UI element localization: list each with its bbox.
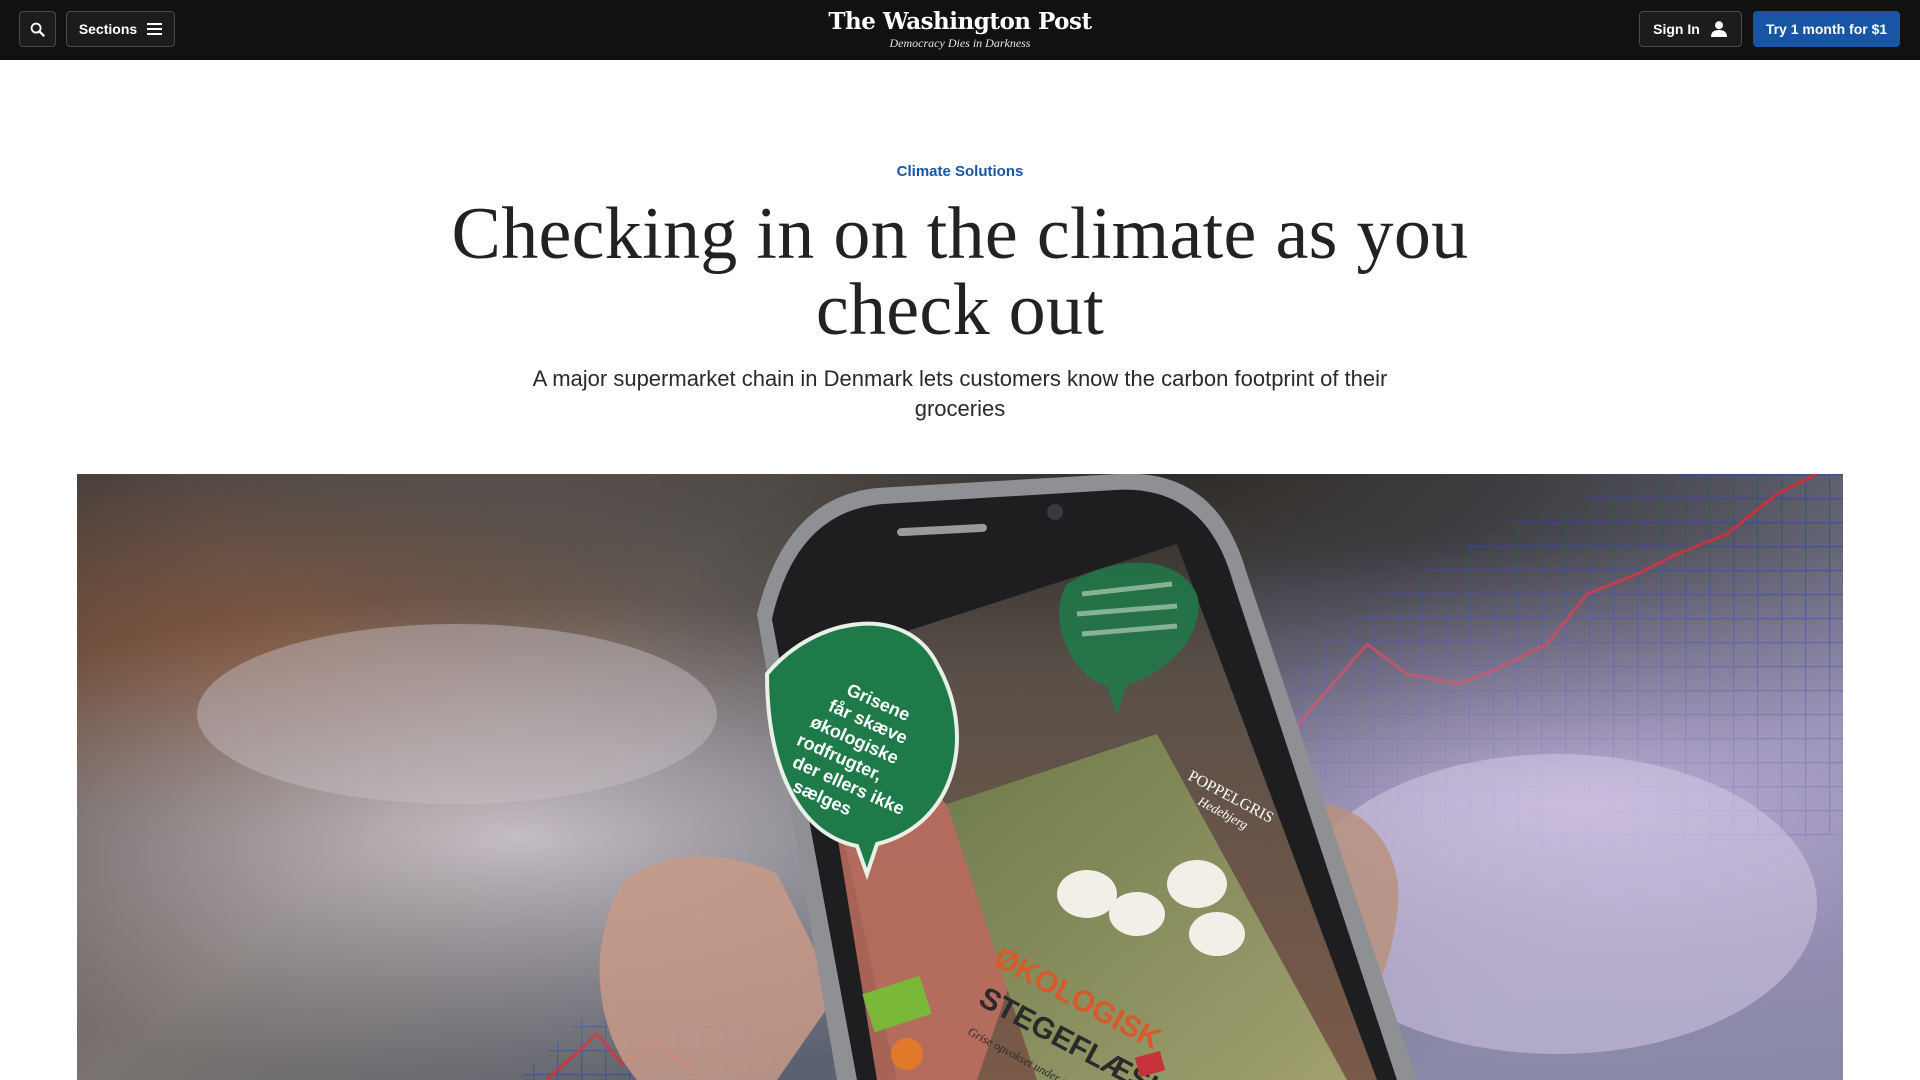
article-headline: Checking in on the climate as you check … xyxy=(451,193,1469,351)
search-button[interactable] xyxy=(19,11,56,47)
sign-in-button[interactable]: Sign In xyxy=(1639,11,1742,47)
user-icon xyxy=(1710,21,1727,37)
masthead[interactable]: The Washington Post Democracy Dies in Da… xyxy=(760,8,1160,50)
section-kicker-link[interactable]: Climate Solutions xyxy=(0,163,1920,180)
article-subheadline: A major supermarket chain in Denmark let… xyxy=(532,366,1388,421)
sign-in-label: Sign In xyxy=(1653,21,1700,37)
sections-label: Sections xyxy=(78,21,138,37)
hero-image: Grisene får skæve økologiske rodfrugter,… xyxy=(77,474,1843,1080)
search-icon xyxy=(30,22,45,37)
sections-menu-button[interactable]: Sections xyxy=(66,11,175,47)
top-navigation-bar: Sections The Washington Post Democracy D… xyxy=(0,0,1920,60)
hamburger-menu-icon xyxy=(147,23,163,35)
subscribe-trial-button[interactable]: Try 1 month for $1 xyxy=(1753,11,1900,47)
site-logo[interactable]: The Washington Post xyxy=(760,8,1160,36)
hero-illustration: Grisene får skæve økologiske rodfrugter,… xyxy=(77,474,1843,1080)
site-tagline: Democracy Dies in Darkness xyxy=(889,36,1031,50)
